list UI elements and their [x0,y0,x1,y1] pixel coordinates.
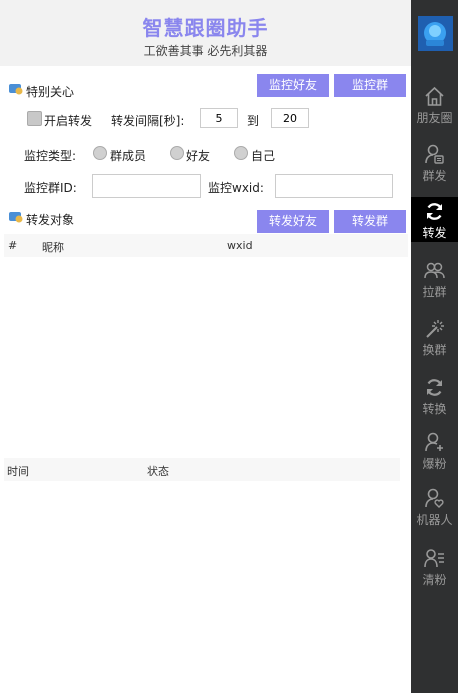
avatar[interactable] [418,16,453,51]
nav-label: 换群 [422,343,447,357]
forward-table-body[interactable] [4,257,408,457]
nav-item-pull-group[interactable]: 拉群 [411,256,458,306]
nav-label: 转发 [422,226,447,240]
group-id-input[interactable] [92,174,201,198]
monitor-type-label: 监控类型: [24,149,77,163]
nav-label: 群发 [422,169,447,183]
nav-label: 转换 [422,402,447,416]
nav-item-mass-send[interactable]: 群发 [411,140,458,190]
nav-item-clear-fans[interactable]: 清粉 [411,544,458,594]
special-care-title: 特别关心 [26,85,75,99]
main-panel: 智慧跟圈助手 工欲善其事 必先利其器 特别关心 监控好友 监控群 开启转发 转发… [0,0,411,693]
nav-label: 清粉 [422,573,447,587]
radio-friend[interactable] [170,146,184,160]
interval-from-input[interactable] [200,108,238,128]
forward-table-header: # 昵称 wxid [4,234,408,257]
user-list-icon [424,549,444,568]
forward-target-title: 转发对象 [26,213,75,227]
nav-item-robot[interactable]: 机器人 [411,484,458,534]
users-icon [424,262,445,279]
app-subtitle: 工欲善其事 必先利其器 [143,44,268,58]
radio-self[interactable] [234,146,248,160]
monitor-friends-button[interactable]: 监控好友 [257,74,329,97]
section-icon [9,212,23,223]
app-header: 智慧跟圈助手 工欲善其事 必先利其器 [0,0,411,66]
column-header-nickname: 昵称 [42,241,64,254]
nav-label: 朋友圈 [416,111,453,125]
user-heart-icon [425,488,444,508]
radio-group-member-label: 群成员 [110,149,147,163]
to-label: 到 [247,114,260,128]
forward-friends-button[interactable]: 转发好友 [257,210,329,233]
column-header-status: 状态 [147,465,169,478]
enable-forward-label: 开启转发 [44,114,93,128]
nav-item-boost-fans[interactable]: 爆粉 [411,428,458,478]
nav-item-switch-group[interactable]: 换群 [411,314,458,364]
log-table-header: 时间 状态 [4,458,400,481]
column-header-wxid: wxid [227,239,253,252]
enable-forward-checkbox[interactable] [27,111,42,126]
wxid-input[interactable] [275,174,393,198]
group-id-label: 监控群ID: [24,181,77,195]
nav-item-convert[interactable]: 转换 [411,373,458,423]
wxid-label: 监控wxid: [208,181,264,195]
nav-label: 拉群 [422,285,447,299]
radio-self-label: 自己 [251,149,276,163]
section-icon [9,84,23,95]
forward-groups-button[interactable]: 转发群 [334,210,406,233]
app-title: 智慧跟圈助手 [142,16,269,40]
column-header-time: 时间 [7,465,29,478]
nav-label: 爆粉 [422,457,447,471]
radio-friend-label: 好友 [186,149,211,163]
avatar-image [418,16,453,51]
convert-icon [426,379,443,396]
nav-item-moments[interactable]: 朋友圈 [411,82,458,132]
refresh-icon [426,203,443,220]
nav-item-forward[interactable]: 转发 [411,197,458,242]
log-table-body[interactable] [4,481,400,686]
monitor-groups-button[interactable]: 监控群 [334,74,406,97]
home-icon [425,86,444,106]
interval-to-input[interactable] [271,108,309,128]
user-message-icon [425,144,444,164]
user-plus-icon [425,432,443,452]
nav-label: 机器人 [416,513,453,527]
radio-group-member[interactable] [93,146,107,160]
column-header-index: # [8,239,18,252]
magic-wand-icon [426,320,444,338]
interval-label: 转发间隔[秒]: [111,114,185,128]
